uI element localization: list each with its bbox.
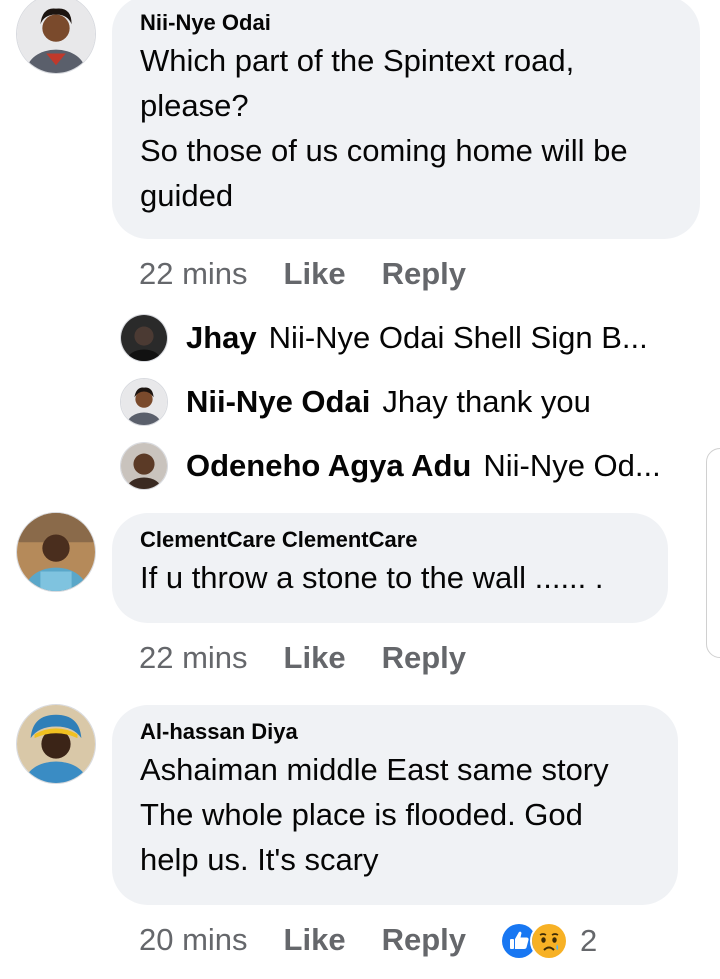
reply-text: Nii-Nye Od... bbox=[483, 448, 661, 483]
scroll-handle[interactable] bbox=[706, 448, 720, 658]
reply-button[interactable]: Reply bbox=[382, 256, 466, 292]
avatar[interactable] bbox=[16, 0, 96, 74]
avatar bbox=[120, 442, 168, 490]
reaction-count: 2 bbox=[580, 923, 598, 958]
comment-text: If u throw a stone to the wall ...... . bbox=[140, 560, 604, 595]
reply-author[interactable]: Odeneho Agya Adu bbox=[186, 448, 471, 483]
avatar bbox=[120, 378, 168, 426]
avatar[interactable] bbox=[16, 704, 96, 784]
comment-time[interactable]: 20 mins bbox=[139, 922, 248, 958]
like-button[interactable]: Like bbox=[284, 640, 346, 676]
comment-text: Ashaiman middle East same story The whol… bbox=[140, 752, 609, 877]
reply-button[interactable]: Reply bbox=[382, 922, 466, 958]
avatar[interactable] bbox=[16, 512, 96, 592]
comment-author[interactable]: ClementCare ClementCare bbox=[140, 527, 640, 553]
comment-bubble[interactable]: Nii-Nye Odai Which part of the Spintext … bbox=[112, 0, 700, 239]
comment-bubble[interactable]: Al-hassan Diya Ashaiman middle East same… bbox=[112, 705, 678, 905]
reaction-summary[interactable]: 2 bbox=[500, 922, 597, 960]
like-button[interactable]: Like bbox=[284, 256, 346, 292]
sad-reaction-icon bbox=[530, 922, 568, 960]
comment-meta: 22 mins Like Reply bbox=[139, 256, 466, 292]
comment-bubble[interactable]: ClementCare ClementCare If u throw a sto… bbox=[112, 513, 668, 623]
comment-time[interactable]: 22 mins bbox=[139, 256, 248, 292]
comment-author[interactable]: Nii-Nye Odai bbox=[140, 10, 672, 36]
comment-author[interactable]: Al-hassan Diya bbox=[140, 719, 650, 745]
comment-time[interactable]: 22 mins bbox=[139, 640, 248, 676]
avatar bbox=[120, 314, 168, 362]
like-button[interactable]: Like bbox=[284, 922, 346, 958]
comment-text: Which part of the Spintext road, please?… bbox=[140, 43, 628, 213]
comment-meta: 20 mins Like Reply bbox=[139, 922, 466, 958]
reply-author[interactable]: Nii-Nye Odai bbox=[186, 384, 370, 419]
reply-text: Jhay thank you bbox=[382, 384, 591, 419]
reply-button[interactable]: Reply bbox=[382, 640, 466, 676]
comment-meta: 22 mins Like Reply bbox=[139, 640, 466, 676]
reply-author[interactable]: Jhay bbox=[186, 320, 257, 355]
reply-text: Nii-Nye Odai Shell Sign B... bbox=[268, 320, 648, 355]
